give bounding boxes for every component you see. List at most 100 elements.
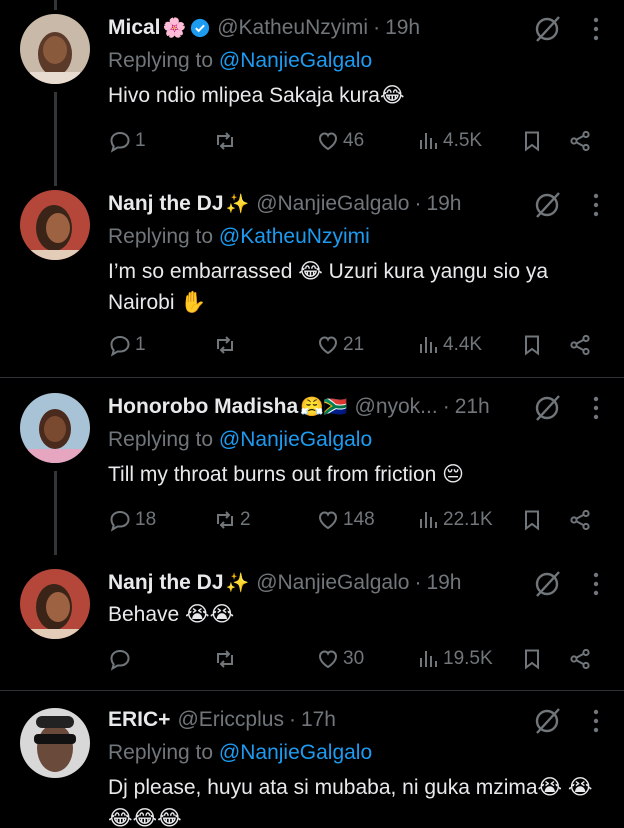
like-button[interactable]: 148 [316, 505, 375, 535]
heart-icon [318, 650, 338, 669]
reply-icon [110, 131, 130, 153]
avatar[interactable] [20, 569, 90, 639]
reply-button[interactable]: 18 [108, 505, 156, 535]
grok-icon[interactable] [532, 190, 562, 220]
share-icon [570, 648, 590, 670]
like-count: 21 [343, 334, 365, 355]
view-count: 4.5K [443, 130, 483, 151]
handle[interactable]: @Ericcplus [177, 706, 284, 734]
reply-icon [110, 335, 130, 357]
like-button[interactable]: 46 [316, 126, 364, 156]
action-bar: 1 46 4.5K [108, 126, 594, 156]
tweet[interactable]: Nanj the DJ ✨ @NanjieGalgalo · 19h Reply… [0, 176, 624, 376]
more-options-icon[interactable] [586, 708, 606, 734]
tweet-header: ERIC+ @Ericcplus · 17h [108, 706, 554, 734]
more-options-icon[interactable] [586, 16, 606, 42]
timestamp[interactable]: 21h [455, 393, 490, 421]
tweet[interactable]: Mical 🌸 @KatheuNzyimi · 19h Replying to … [0, 0, 624, 186]
more-options-icon[interactable] [586, 571, 606, 597]
reply-button[interactable] [108, 644, 135, 674]
display-name[interactable]: Honorobo Madisha [108, 393, 298, 421]
timestamp[interactable]: 17h [301, 706, 336, 734]
bookmark-button[interactable] [520, 644, 544, 674]
mention-link[interactable]: @NanjieGalgalo [219, 49, 372, 72]
display-name[interactable]: Nanj the DJ [108, 569, 224, 597]
more-options-icon[interactable] [586, 192, 606, 218]
share-button[interactable] [568, 505, 592, 535]
repost-button[interactable] [213, 644, 240, 674]
reply-count: 1 [135, 130, 146, 151]
like-count: 30 [343, 648, 365, 669]
name-emoji: ✨ [225, 193, 250, 215]
view-count: 4.4K [443, 334, 483, 355]
avatar[interactable] [20, 14, 90, 84]
display-name[interactable]: Nanj the DJ [108, 190, 224, 218]
grok-icon[interactable] [532, 14, 562, 44]
tweet-header: Mical 🌸 @KatheuNzyimi · 19h [108, 14, 554, 42]
reply-feed[interactable]: Mical 🌸 @KatheuNzyimi · 19h Replying to … [0, 0, 624, 828]
view-count: 22.1K [443, 509, 493, 530]
bookmark-icon [525, 335, 539, 356]
replying-to: Replying to @NanjieGalgalo [108, 47, 372, 75]
bookmark-button[interactable] [520, 505, 544, 535]
bookmark-button[interactable] [520, 126, 544, 156]
tweet[interactable]: Honorobo Madisha 😤🇿🇦 @nyok... · 21h Repl… [0, 379, 624, 555]
views-button[interactable]: 4.5K [416, 126, 482, 156]
reply-button[interactable]: 1 [108, 330, 146, 360]
like-button[interactable]: 21 [316, 330, 364, 360]
repost-button[interactable]: 2 [213, 505, 251, 535]
display-name[interactable]: ERIC+ [108, 706, 170, 734]
mention-link[interactable]: @NanjieGalgalo [219, 741, 372, 764]
repost-icon [217, 511, 233, 529]
avatar[interactable] [20, 190, 90, 260]
timestamp[interactable]: 19h [385, 14, 420, 42]
share-button[interactable] [568, 644, 592, 674]
like-count: 148 [343, 509, 375, 530]
divider [0, 377, 624, 378]
separator-dot: · [414, 192, 422, 215]
replying-to-label: Replying to [108, 741, 214, 764]
separator-dot: · [414, 571, 422, 594]
reply-button[interactable]: 1 [108, 126, 146, 156]
separator-dot: · [373, 16, 381, 39]
timestamp[interactable]: 19h [426, 190, 461, 218]
views-button[interactable]: 19.5K [416, 644, 493, 674]
handle[interactable]: @NanjieGalgalo [256, 569, 409, 597]
heart-icon [318, 511, 338, 530]
avatar[interactable] [20, 708, 90, 778]
heart-icon [318, 336, 338, 355]
tweet[interactable]: ERIC+ @Ericcplus · 17h Replying to @Nanj… [0, 692, 624, 828]
repost-icon [217, 336, 233, 354]
bookmark-button[interactable] [520, 330, 544, 360]
display-name[interactable]: Mical [108, 14, 161, 42]
share-button[interactable] [568, 126, 592, 156]
tweet-text: I’m so embarrassed 😂 Uzuri kura yangu si… [108, 260, 549, 314]
replying-to-label: Replying to [108, 49, 214, 72]
repost-button[interactable] [213, 330, 240, 360]
views-icon [420, 133, 437, 149]
share-icon [570, 509, 590, 531]
grok-icon[interactable] [532, 393, 562, 423]
grok-icon[interactable] [532, 569, 562, 599]
handle[interactable]: @KatheuNzyimi [217, 14, 368, 42]
mention-link[interactable]: @NanjieGalgalo [219, 428, 372, 451]
grok-icon[interactable] [532, 706, 562, 736]
avatar[interactable] [20, 393, 90, 463]
views-icon [420, 337, 437, 353]
name-emoji: 😤🇿🇦 [300, 396, 348, 418]
repost-count: 2 [240, 509, 251, 530]
timestamp[interactable]: 19h [426, 569, 461, 597]
reply-icon [110, 510, 130, 532]
handle[interactable]: @NanjieGalgalo [256, 190, 409, 218]
mention-link[interactable]: @KatheuNzyimi [219, 225, 370, 248]
share-button[interactable] [568, 330, 592, 360]
like-button[interactable]: 30 [316, 644, 364, 674]
tweet[interactable]: Nanj the DJ ✨ @NanjieGalgalo · 19h Behav… [0, 555, 624, 689]
replying-to: Replying to @KatheuNzyimi [108, 223, 370, 251]
views-button[interactable]: 4.4K [416, 330, 482, 360]
repost-button[interactable] [213, 126, 240, 156]
action-bar: 18 2 148 22.1K [108, 505, 594, 535]
more-options-icon[interactable] [586, 395, 606, 421]
views-button[interactable]: 22.1K [416, 505, 493, 535]
handle[interactable]: @nyok... [355, 393, 438, 421]
